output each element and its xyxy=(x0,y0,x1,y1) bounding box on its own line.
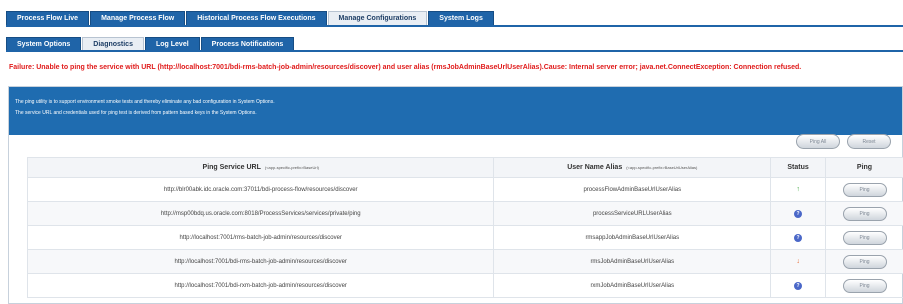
row-status: ↓ xyxy=(770,249,827,274)
row-url: http://localhost:7001/rms-batch-job-admi… xyxy=(26,225,495,250)
ping-all-button[interactable]: Ping All xyxy=(796,134,840,149)
table-row: http://localhost:7001/bdi-rxm-batch-job-… xyxy=(26,273,903,298)
reset-button[interactable]: Reset xyxy=(847,134,891,149)
column-header-alias-hint: (<app-specific-prefix>BaseUrlUserAlias) xyxy=(626,165,698,170)
table-header-row: Ping Service URL (<app-specific-prefix>Ba… xyxy=(26,157,903,178)
status-up-arrow-icon: ↑ xyxy=(796,185,800,193)
table-row: http://blr00abk.idc.oracle.com:37011/bdi… xyxy=(26,177,903,202)
column-header-ping: Ping xyxy=(825,157,903,178)
row-alias: rmsJobAdminBaseUrlUserAlias xyxy=(493,249,772,274)
diagnostics-panel: The ping utility is to support environme… xyxy=(8,86,903,304)
sub-tab-underline xyxy=(6,50,903,52)
column-header-status: Status xyxy=(770,157,827,178)
status-unknown-icon: ? xyxy=(794,233,803,242)
tab-diagnostics[interactable]: Diagnostics xyxy=(82,37,144,50)
tab-log-level[interactable]: Log Level xyxy=(144,37,200,50)
row-url: http://localhost:7001/bdi-rms-batch-job-… xyxy=(26,249,495,274)
row-status: ? xyxy=(770,201,827,226)
status-unknown-icon: ? xyxy=(794,209,803,218)
tab-system-options[interactable]: System Options xyxy=(6,37,82,50)
row-ping-cell: Ping xyxy=(825,201,903,226)
status-down-arrow-icon: ↓ xyxy=(796,257,800,265)
row-ping-cell: Ping xyxy=(825,273,903,298)
column-header-url-hint: (<app-specific-prefix>BaseUrl) xyxy=(264,165,319,170)
column-header-alias-label: User Name Alias xyxy=(567,164,623,171)
tab-historical-process-flow-executions[interactable]: Historical Process Flow Executions xyxy=(186,11,327,25)
row-ping-cell: Ping xyxy=(825,225,903,250)
row-alias: rxmJobAdminBaseUrlUserAlias xyxy=(493,273,772,298)
ping-table: Ping Service URL (<app-specific-prefix>Ba… xyxy=(26,157,903,298)
table-row: http://localhost:7001/bdi-rms-batch-job-… xyxy=(26,249,903,274)
tab-system-logs[interactable]: System Logs xyxy=(428,11,494,25)
row-url: http://blr00abk.idc.oracle.com:37011/bdi… xyxy=(26,177,495,202)
ping-button[interactable]: Ping xyxy=(842,206,887,221)
info-banner: The ping utility is to support environme… xyxy=(9,87,902,135)
row-status: ? xyxy=(770,225,827,250)
column-header-alias: User Name Alias (<app-specific-prefix>Bas… xyxy=(493,157,772,178)
ping-button[interactable]: Ping xyxy=(842,278,887,293)
status-unknown-icon: ? xyxy=(794,281,803,290)
row-ping-cell: Ping xyxy=(825,177,903,202)
row-url: http://localhost:7001/bdi-rxm-batch-job-… xyxy=(26,273,495,298)
row-ping-cell: Ping xyxy=(825,249,903,274)
table-row: http://msp00bdq.us.oracle.com:8018/Proce… xyxy=(26,201,903,226)
ping-button[interactable]: Ping xyxy=(842,230,887,245)
row-alias: rmsappJobAdminBaseUrlUserAlias xyxy=(493,225,772,250)
ping-button[interactable]: Ping xyxy=(842,254,887,269)
row-status: ? xyxy=(770,273,827,298)
info-line-2: The service URL and credentials used for… xyxy=(15,110,257,116)
row-alias: processServiceURLUserAlias xyxy=(493,201,772,226)
error-message: Failure: Unable to ping the service with… xyxy=(9,64,802,71)
row-status: ↑ xyxy=(770,177,827,202)
column-header-url-label: Ping Service URL xyxy=(202,164,261,171)
tab-manage-configurations[interactable]: Manage Configurations xyxy=(327,11,428,25)
ping-button[interactable]: Ping xyxy=(842,182,887,197)
table-row: http://localhost:7001/rms-batch-job-admi… xyxy=(26,225,903,250)
sub-tab-bar: System Options Diagnostics Log Level Pro… xyxy=(6,37,295,50)
row-alias: processFlowAdminBaseUrlUserAlias xyxy=(493,177,772,202)
info-line-1: The ping utility is to support environme… xyxy=(15,99,275,105)
tab-process-flow-live[interactable]: Process Flow Live xyxy=(6,11,90,25)
tab-manage-process-flow[interactable]: Manage Process Flow xyxy=(90,11,186,25)
top-tab-underline xyxy=(6,25,903,27)
row-url: http://msp00bdq.us.oracle.com:8018/Proce… xyxy=(26,201,495,226)
column-header-url: Ping Service URL (<app-specific-prefix>Ba… xyxy=(26,157,495,178)
top-tab-bar: Process Flow Live Manage Process Flow Hi… xyxy=(6,11,495,25)
tab-process-notifications[interactable]: Process Notifications xyxy=(200,37,295,50)
